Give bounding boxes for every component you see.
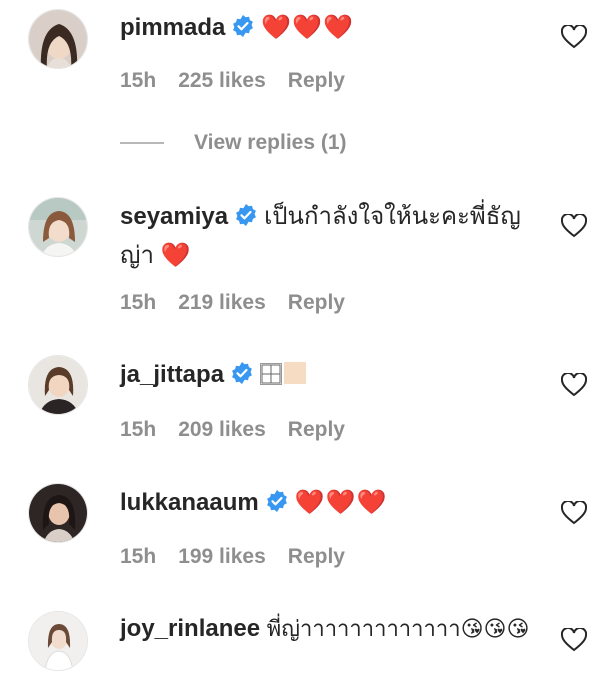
- comment-text: ❤️❤️❤️: [261, 14, 355, 41]
- comment-meta: 15h 225 likes Reply: [120, 69, 367, 93]
- timestamp: 15h: [120, 69, 157, 92]
- timestamp: 15h: [120, 418, 157, 441]
- timestamp: 15h: [120, 291, 157, 314]
- view-replies-button[interactable]: View replies (1): [120, 128, 347, 158]
- avatar[interactable]: [28, 197, 88, 257]
- heart-outline-icon[interactable]: [560, 212, 588, 238]
- heart-outline-icon[interactable]: [560, 626, 588, 652]
- username[interactable]: ja_jittapa: [120, 361, 224, 388]
- divider-line: [120, 142, 164, 144]
- verified-badge-icon: [231, 13, 255, 49]
- heart-outline-icon[interactable]: [560, 371, 588, 397]
- avatar[interactable]: [28, 9, 88, 69]
- heart-outline-icon[interactable]: [560, 23, 588, 49]
- avatar[interactable]: [28, 611, 88, 671]
- avatar[interactable]: [28, 355, 88, 415]
- username[interactable]: lukkanaaum: [120, 489, 259, 516]
- verified-badge-icon: [234, 202, 258, 238]
- likes-count[interactable]: 225 likes: [178, 69, 266, 92]
- comment-meta: 15h 199 likes Reply: [120, 545, 367, 569]
- username[interactable]: pimmada: [120, 14, 225, 41]
- comment-meta: 15h 219 likes Reply: [120, 291, 367, 315]
- skin-tone-swatch-icon: [284, 362, 307, 384]
- timestamp: 15h: [120, 545, 157, 568]
- comment-meta: 15h 209 likes Reply: [120, 418, 367, 442]
- comment-text: ❤️❤️❤️: [294, 489, 388, 516]
- heart-outline-icon[interactable]: [560, 499, 588, 525]
- comment-text: พี่ญ่าาาาาาาาาาาาา😘😘😘: [266, 616, 530, 641]
- reply-button[interactable]: Reply: [288, 291, 345, 314]
- view-replies-label: View replies (1): [194, 131, 347, 154]
- reply-button[interactable]: Reply: [288, 69, 345, 92]
- reply-button[interactable]: Reply: [288, 545, 345, 568]
- likes-count[interactable]: 209 likes: [178, 418, 266, 441]
- likes-count[interactable]: 219 likes: [178, 291, 266, 314]
- username[interactable]: joy_rinlanee: [120, 615, 260, 642]
- emoji-glyph-icon: [260, 363, 283, 385]
- likes-count[interactable]: 199 likes: [178, 545, 266, 568]
- username[interactable]: seyamiya: [120, 203, 228, 230]
- verified-badge-icon: [230, 360, 254, 396]
- avatar[interactable]: [28, 483, 88, 543]
- verified-badge-icon: [265, 488, 289, 524]
- reply-button[interactable]: Reply: [288, 418, 345, 441]
